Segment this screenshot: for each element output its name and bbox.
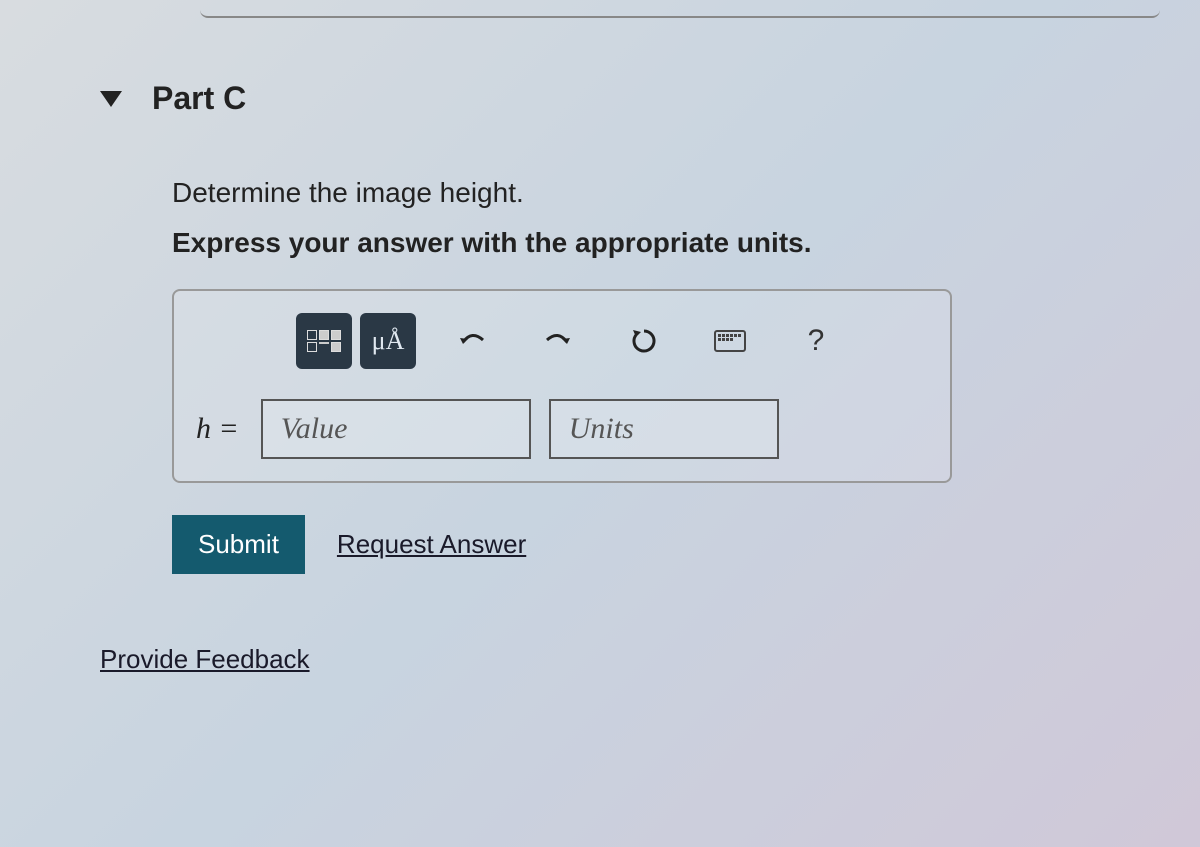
redo-icon — [543, 328, 573, 354]
part-content: Determine the image height. Express your… — [172, 177, 1160, 675]
help-button[interactable]: ? — [788, 313, 844, 369]
reset-button[interactable] — [616, 313, 672, 369]
templates-icon — [304, 323, 344, 359]
collapse-caret-icon[interactable] — [100, 91, 122, 107]
undo-icon — [457, 328, 487, 354]
instruction-text: Express your answer with the appropriate… — [172, 227, 1160, 259]
prompt-text: Determine the image height. — [172, 177, 1160, 209]
special-chars-button[interactable]: μÅ — [360, 313, 416, 369]
answer-input-row: h = Value Units — [196, 399, 928, 459]
keyboard-button[interactable] — [702, 313, 758, 369]
part-title: Part C — [152, 80, 246, 117]
templates-button[interactable] — [296, 313, 352, 369]
equation-toolbar: μÅ — [296, 313, 928, 369]
keyboard-icon — [714, 330, 746, 352]
variable-label: h = — [196, 412, 239, 446]
answer-panel: μÅ — [172, 289, 952, 483]
value-placeholder: Value — [281, 412, 348, 446]
part-header: Part C — [100, 80, 1160, 117]
units-input[interactable]: Units — [549, 399, 779, 459]
request-answer-link[interactable]: Request Answer — [337, 529, 526, 560]
actions-row: Submit Request Answer — [172, 515, 1160, 574]
feedback-row: Provide Feedback — [172, 644, 1160, 675]
value-input[interactable]: Value — [261, 399, 531, 459]
submit-button[interactable]: Submit — [172, 515, 305, 574]
undo-button[interactable] — [444, 313, 500, 369]
panel-top-edge — [200, 0, 1160, 18]
units-placeholder: Units — [569, 412, 634, 446]
provide-feedback-link[interactable]: Provide Feedback — [100, 644, 310, 674]
redo-button[interactable] — [530, 313, 586, 369]
reset-icon — [629, 326, 659, 356]
help-icon: ? — [808, 324, 825, 358]
special-chars-label: μÅ — [372, 326, 405, 356]
